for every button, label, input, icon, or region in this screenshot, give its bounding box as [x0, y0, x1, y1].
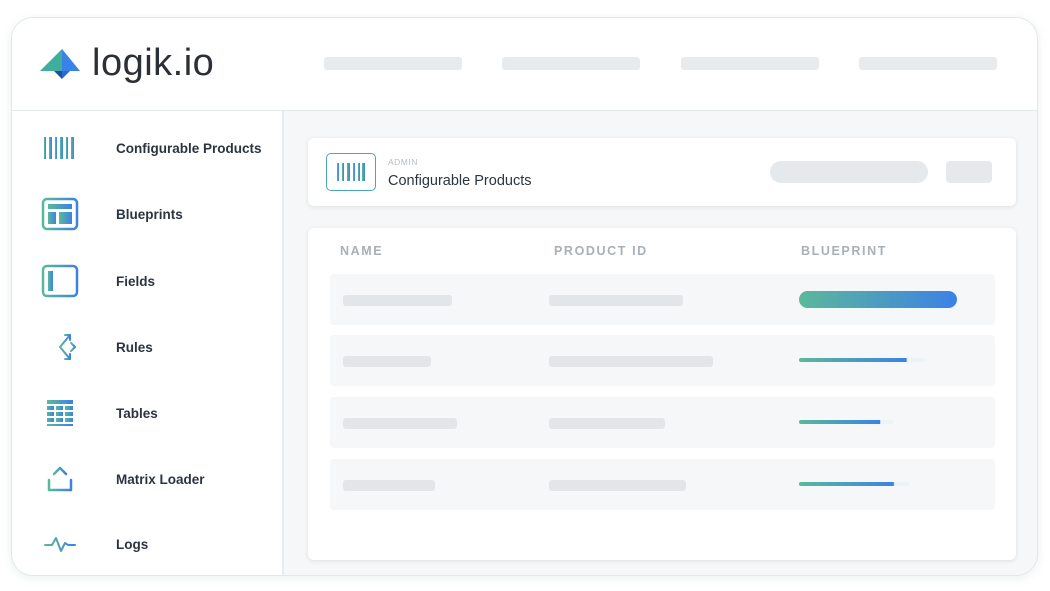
table-row[interactable]	[330, 459, 995, 510]
nav-placeholder-1[interactable]	[324, 57, 462, 70]
product-id-cell-placeholder	[549, 418, 665, 429]
nav-placeholder-4[interactable]	[859, 57, 997, 70]
rules-icon	[40, 329, 80, 365]
nav-placeholder-2[interactable]	[502, 57, 640, 70]
action-button-placeholder[interactable]	[946, 161, 992, 183]
pulse-icon	[40, 526, 80, 562]
barcode-icon	[40, 130, 80, 166]
sidebar-item-rules[interactable]: Rules	[12, 327, 282, 367]
table-row[interactable]	[330, 274, 995, 325]
logo-text: logik.io	[92, 42, 215, 84]
app-window: logik.io Configurable Products Blueprint…	[11, 17, 1038, 576]
product-id-cell-placeholder	[549, 295, 683, 306]
sidebar: Configurable Products Blueprints Fields …	[12, 111, 284, 575]
table-row[interactable]	[330, 335, 995, 386]
blueprint-icon	[40, 196, 80, 232]
sidebar-item-label: Tables	[116, 405, 158, 421]
sidebar-item-label: Configurable Products	[116, 140, 262, 156]
blueprint-bar	[799, 420, 894, 424]
sidebar-item-logs[interactable]: Logs	[12, 524, 282, 564]
sidebar-item-label: Fields	[116, 273, 156, 289]
page-title: Configurable Products	[388, 173, 532, 189]
sidebar-item-label: Blueprints	[116, 206, 183, 222]
table-row[interactable]	[330, 397, 995, 448]
name-cell-placeholder	[343, 418, 457, 429]
column-header-name[interactable]: NAME	[340, 244, 383, 258]
logo-mark-icon	[40, 48, 80, 79]
sidebar-item-label: Matrix Loader	[116, 471, 205, 487]
blueprint-bar	[799, 291, 957, 308]
column-header-blueprint[interactable]: BLUEPRINT	[801, 244, 887, 258]
sidebar-item-matrix-loader[interactable]: Matrix Loader	[12, 459, 282, 499]
sidebar-item-fields[interactable]: Fields	[12, 261, 282, 301]
sidebar-item-label: Rules	[116, 339, 153, 355]
sidebar-item-configurable-products[interactable]: Configurable Products	[12, 128, 282, 168]
name-cell-placeholder	[343, 356, 431, 367]
page-header: ADMIN Configurable Products	[308, 138, 1016, 206]
sidebar-item-label: Logs	[116, 536, 149, 552]
product-id-cell-placeholder	[549, 480, 686, 491]
product-id-cell-placeholder	[549, 356, 713, 367]
blueprint-bar	[799, 358, 925, 362]
fields-icon	[40, 263, 80, 299]
blueprint-bar	[799, 482, 910, 486]
name-cell-placeholder	[343, 480, 435, 491]
nav-placeholder-3[interactable]	[681, 57, 819, 70]
sidebar-item-blueprints[interactable]: Blueprints	[12, 194, 282, 234]
products-table: NAME PRODUCT ID BLUEPRINT	[308, 228, 1016, 560]
barcode-icon	[326, 153, 376, 191]
column-header-product-id[interactable]: PRODUCT ID	[554, 244, 648, 258]
search-placeholder[interactable]	[770, 161, 928, 183]
top-bar: logik.io	[12, 18, 1037, 111]
breadcrumb: ADMIN	[388, 157, 418, 167]
sidebar-item-tables[interactable]: Tables	[12, 393, 282, 433]
table-icon	[40, 395, 80, 431]
logo[interactable]: logik.io	[40, 42, 214, 85]
name-cell-placeholder	[343, 295, 452, 306]
main-content: ADMIN Configurable Products NAME PRODUCT…	[284, 111, 1037, 575]
upload-icon	[40, 461, 80, 497]
